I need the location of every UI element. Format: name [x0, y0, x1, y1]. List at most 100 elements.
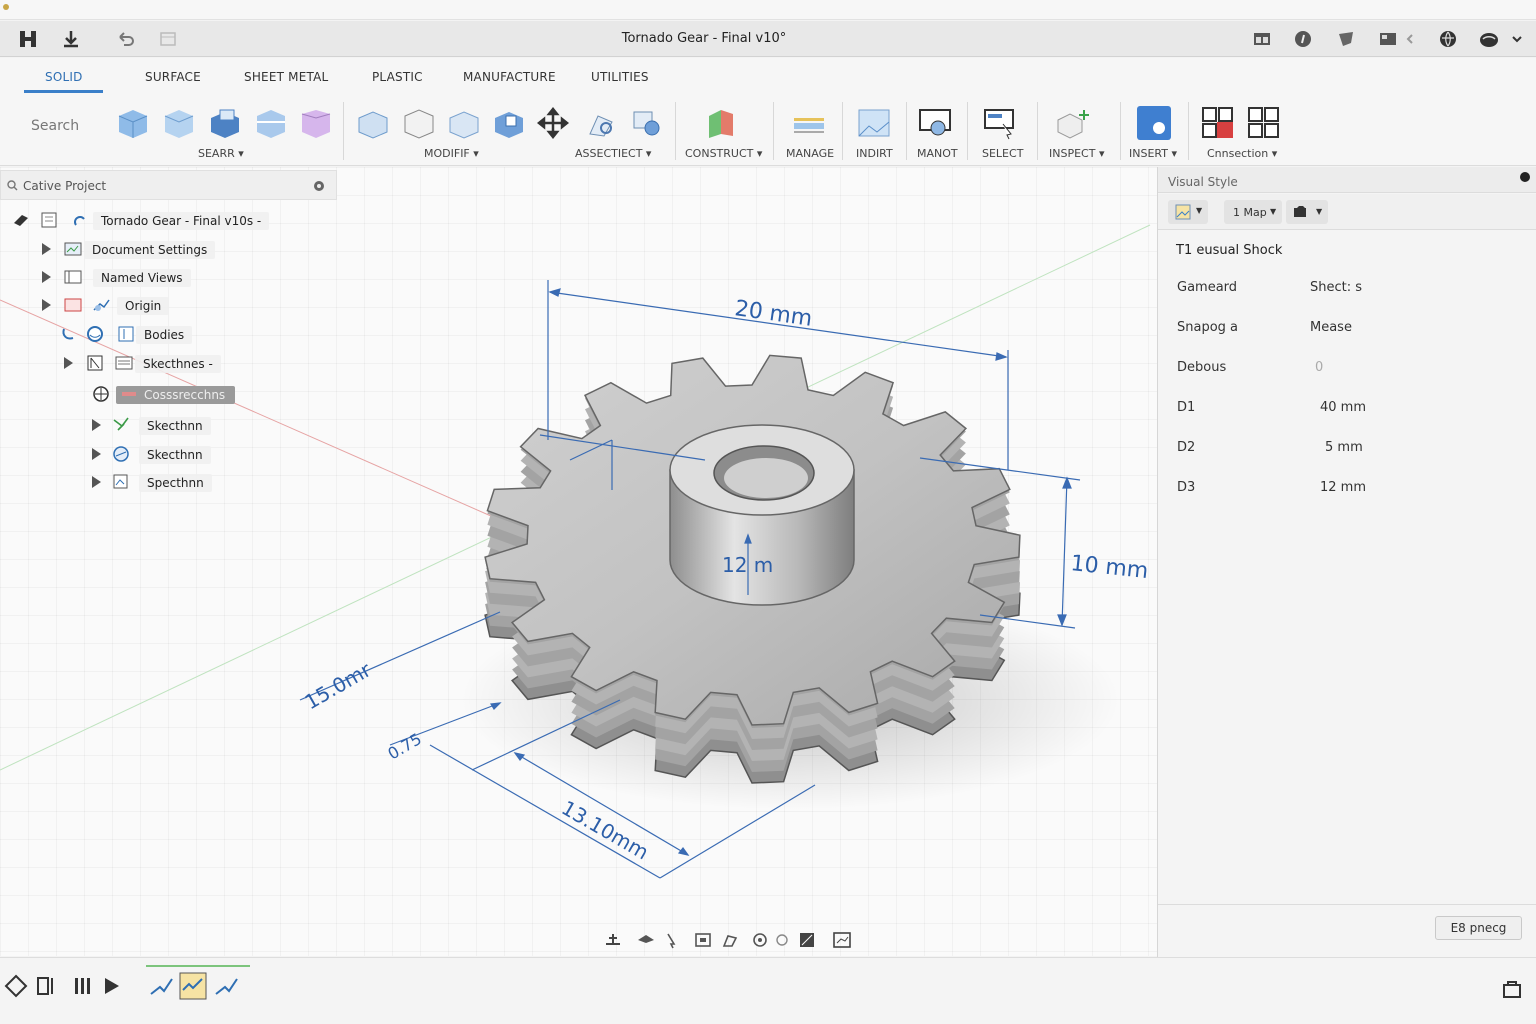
section-analysis-icon[interactable] [1201, 106, 1235, 140]
property-row[interactable]: D2 5 mm [1158, 440, 1536, 480]
group-label-create[interactable]: SEARR ▾ [198, 147, 244, 160]
measure-monitor-icon[interactable] [918, 106, 952, 140]
tab-plastic[interactable]: PLASTIC [372, 70, 423, 84]
expand-caret-icon[interactable] [92, 419, 101, 431]
property-row[interactable]: D3 12 mm [1158, 480, 1536, 520]
look-at-icon[interactable] [722, 935, 738, 947]
tree-item-sketch-3[interactable]: Specthnn [0, 471, 340, 493]
manage-icon[interactable] [792, 106, 826, 140]
chamfer-icon[interactable] [447, 106, 481, 140]
dimension-height[interactable]: 10 mm [1069, 551, 1149, 584]
orbit-icon[interactable] [606, 934, 620, 945]
group-label-inspect[interactable]: INSPECT ▾ [1049, 147, 1104, 160]
sketch-feature-icon[interactable] [148, 974, 174, 998]
tab-surface[interactable]: SURFACE [145, 70, 201, 84]
notifications-icon[interactable] [1336, 29, 1356, 49]
tree-item-sketch-2[interactable]: Skecthnn [0, 443, 340, 465]
group-label-section[interactable]: Cnnsection ▾ [1207, 147, 1277, 160]
tab-solid[interactable]: SOLID [45, 70, 83, 84]
tree-item-constructions[interactable]: Cosssrecchns [0, 383, 340, 405]
play-icon[interactable] [102, 976, 122, 996]
joint-icon[interactable] [584, 106, 618, 140]
account-icon[interactable] [1479, 29, 1499, 49]
group-label-select[interactable]: SELECT [982, 147, 1023, 160]
grid-settings-icon[interactable] [800, 933, 814, 947]
group-label-indirt[interactable]: INDIRT [856, 147, 893, 160]
ribbon-search[interactable]: Search [31, 118, 79, 134]
group-label-manot[interactable]: MANOT [917, 147, 958, 160]
group-label-assemble[interactable]: ASSECTIECT ▾ [575, 147, 651, 160]
group-label-manage[interactable]: MANAGE [786, 147, 834, 160]
viewports-icon[interactable] [833, 932, 851, 948]
loft-tool-icon[interactable] [299, 106, 333, 140]
expand-caret-icon[interactable] [64, 357, 73, 369]
grid-icon[interactable] [1378, 29, 1398, 49]
visibility-toggle-icon[interactable] [60, 325, 78, 343]
tree-item-bodies[interactable]: Bodies [0, 323, 340, 345]
tree-root[interactable]: Tornado Gear - Final v10s - [0, 209, 340, 231]
fillet-icon[interactable] [402, 106, 436, 140]
press-pull-icon[interactable] [356, 106, 390, 140]
go-to-start-icon[interactable] [4, 974, 28, 998]
tree-item-document-settings[interactable]: Document Settings [0, 238, 340, 260]
tree-item-origin[interactable]: Origin [0, 294, 340, 316]
cylinder-tool-icon[interactable] [162, 106, 196, 140]
offset-plane-icon[interactable] [705, 106, 739, 140]
expand-caret-icon[interactable] [42, 271, 51, 283]
group-label-insert[interactable]: INSERT ▾ [1129, 147, 1177, 160]
expand-caret-icon[interactable] [42, 299, 51, 311]
property-row[interactable]: Gameard Shect: s [1158, 280, 1536, 320]
chevron-down-icon[interactable] [1511, 29, 1523, 49]
settings-icon[interactable] [313, 180, 325, 192]
search-icon[interactable] [7, 180, 18, 191]
info-icon[interactable] [1293, 29, 1313, 49]
dimension-diag-left[interactable]: 15.0mr [301, 657, 376, 714]
as-built-joint-icon[interactable] [630, 106, 664, 140]
tree-item-sketches[interactable]: Skecthnes - [0, 352, 340, 374]
expand-caret-icon[interactable] [42, 243, 51, 255]
tab-utilities[interactable]: UTILITIES [591, 70, 649, 84]
inspect-icon[interactable] [1056, 106, 1090, 140]
expand-caret-icon[interactable] [92, 448, 101, 460]
panel-pin-icon[interactable] [1520, 172, 1530, 182]
camera-dropdown[interactable]: ▼ [1286, 200, 1328, 224]
style-dropdown[interactable]: ▼ [1168, 200, 1208, 224]
tree-item-named-views[interactable]: Named Views [0, 266, 340, 288]
tree-item-sketch-1[interactable]: Skecthnn [0, 414, 340, 436]
expand-caret-icon[interactable] [92, 476, 101, 488]
extrude-tool-icon[interactable] [208, 106, 242, 140]
display-settings-icon[interactable] [776, 934, 788, 946]
visibility-icon[interactable] [12, 211, 30, 229]
box-tool-icon[interactable] [116, 106, 150, 140]
timeline-settings-icon[interactable] [1503, 980, 1521, 998]
pause-icon[interactable] [73, 976, 91, 996]
tab-sheet-metal[interactable]: SHEET METAL [244, 70, 328, 84]
globe-icon[interactable] [1438, 29, 1458, 49]
property-row[interactable]: Snapog a Mease [1158, 320, 1536, 360]
move-icon[interactable] [536, 106, 570, 140]
property-row[interactable]: Debous 0 [1158, 360, 1536, 400]
select-icon[interactable] [983, 106, 1017, 140]
map-dropdown[interactable]: 1 Map ▼ [1224, 200, 1282, 224]
dimension-top[interactable]: 20 mm [733, 296, 814, 332]
component-grid-icon[interactable] [1247, 106, 1281, 140]
sketch-feature-icon[interactable] [213, 974, 239, 998]
inspect-image-icon[interactable] [857, 106, 891, 140]
pan-icon[interactable] [638, 935, 654, 943]
browser-header[interactable]: Cative Project [0, 170, 337, 200]
visibility-icon[interactable] [86, 354, 104, 372]
chevron-left-icon[interactable] [1404, 29, 1416, 49]
insert-icon[interactable] [1137, 106, 1171, 140]
extrude-feature-icon[interactable] [179, 972, 207, 1000]
panel-icon[interactable] [1252, 29, 1272, 49]
camera-icon[interactable] [753, 933, 767, 947]
group-label-modify[interactable]: MODIFIF ▾ [424, 147, 479, 160]
property-row[interactable]: D1 40 mm [1158, 400, 1536, 440]
step-back-icon[interactable] [36, 974, 56, 998]
group-label-construct[interactable]: CONSTRUCT ▾ [685, 147, 762, 160]
shell-icon[interactable] [492, 106, 526, 140]
zoom-icon[interactable] [667, 933, 676, 949]
fit-icon[interactable] [695, 933, 711, 947]
revolve-tool-icon[interactable] [254, 106, 288, 140]
panel-action-button[interactable]: E8 pnecg [1435, 916, 1522, 940]
